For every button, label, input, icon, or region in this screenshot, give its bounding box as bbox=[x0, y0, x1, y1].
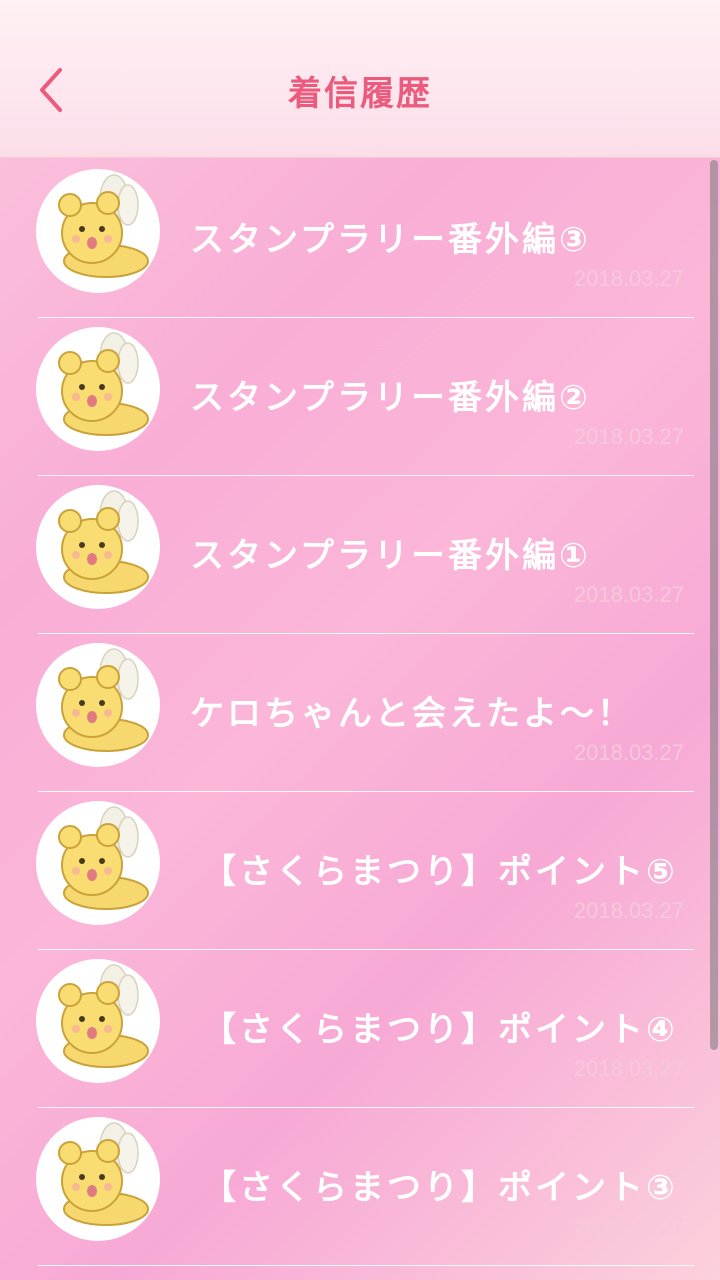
divider bbox=[38, 1265, 694, 1266]
call-row[interactable]: スタンプラリー番外編③ 2018.03.27 bbox=[0, 160, 720, 318]
kero-character-icon bbox=[58, 174, 149, 278]
call-date: 2018.03.27 bbox=[573, 582, 684, 607]
call-history-screen: 着信履歴 スタンプラリー番外編③ 2018.03.27 スタンプラリー番外編② … bbox=[0, 0, 720, 1280]
call-title: スタンプラリー番外編③ bbox=[190, 220, 591, 260]
call-date: 2018.03.27 bbox=[573, 740, 684, 765]
call-list: スタンプラリー番外編③ 2018.03.27 スタンプラリー番外編② 2018.… bbox=[0, 160, 720, 1280]
call-title: 【さくらまつり】ポイント⑤ bbox=[202, 852, 678, 892]
call-date: 2018.03.27 bbox=[573, 898, 684, 923]
avatar bbox=[36, 327, 160, 451]
avatar bbox=[36, 485, 160, 609]
call-title: スタンプラリー番外編① bbox=[190, 536, 591, 576]
call-row[interactable]: 【さくらまつり】ポイント④ 2018.03.27 bbox=[0, 950, 720, 1108]
avatar bbox=[36, 643, 160, 767]
call-row[interactable]: スタンプラリー番外編② 2018.03.27 bbox=[0, 318, 720, 476]
call-date: 2018.03.27 bbox=[573, 424, 684, 449]
call-row[interactable]: ケロちゃんと会えたよ～！ 2018.03.27 bbox=[0, 634, 720, 792]
avatar bbox=[36, 1117, 160, 1241]
kero-character-icon bbox=[58, 964, 149, 1068]
kero-character-icon bbox=[58, 806, 149, 910]
avatar bbox=[36, 801, 160, 925]
call-title: スタンプラリー番外編② bbox=[190, 378, 591, 418]
call-row[interactable]: スタンプラリー番外編① 2018.03.27 bbox=[0, 476, 720, 634]
kero-character-icon bbox=[58, 648, 149, 752]
call-date: 2018.03.27 bbox=[573, 1214, 684, 1239]
kero-character-icon bbox=[58, 490, 149, 594]
header-bar: 着信履歴 bbox=[0, 0, 720, 158]
call-date: 2018.03.27 bbox=[573, 266, 684, 291]
page-title: 着信履歴 bbox=[288, 74, 432, 114]
kero-character-icon bbox=[58, 332, 149, 436]
call-title: ケロちゃんと会えたよ～！ bbox=[190, 694, 634, 734]
avatar bbox=[36, 169, 160, 293]
call-title: 【さくらまつり】ポイント④ bbox=[202, 1010, 678, 1050]
call-row[interactable]: 【さくらまつり】ポイント③ 2018.03.27 bbox=[0, 1108, 720, 1266]
scrollbar[interactable] bbox=[710, 160, 718, 1050]
call-date: 2018.03.27 bbox=[573, 1056, 684, 1081]
call-row[interactable]: 【さくらまつり】ポイント⑤ 2018.03.27 bbox=[0, 792, 720, 950]
call-title: 【さくらまつり】ポイント③ bbox=[202, 1168, 678, 1208]
kero-character-icon bbox=[58, 1122, 149, 1226]
avatar bbox=[36, 959, 160, 1083]
